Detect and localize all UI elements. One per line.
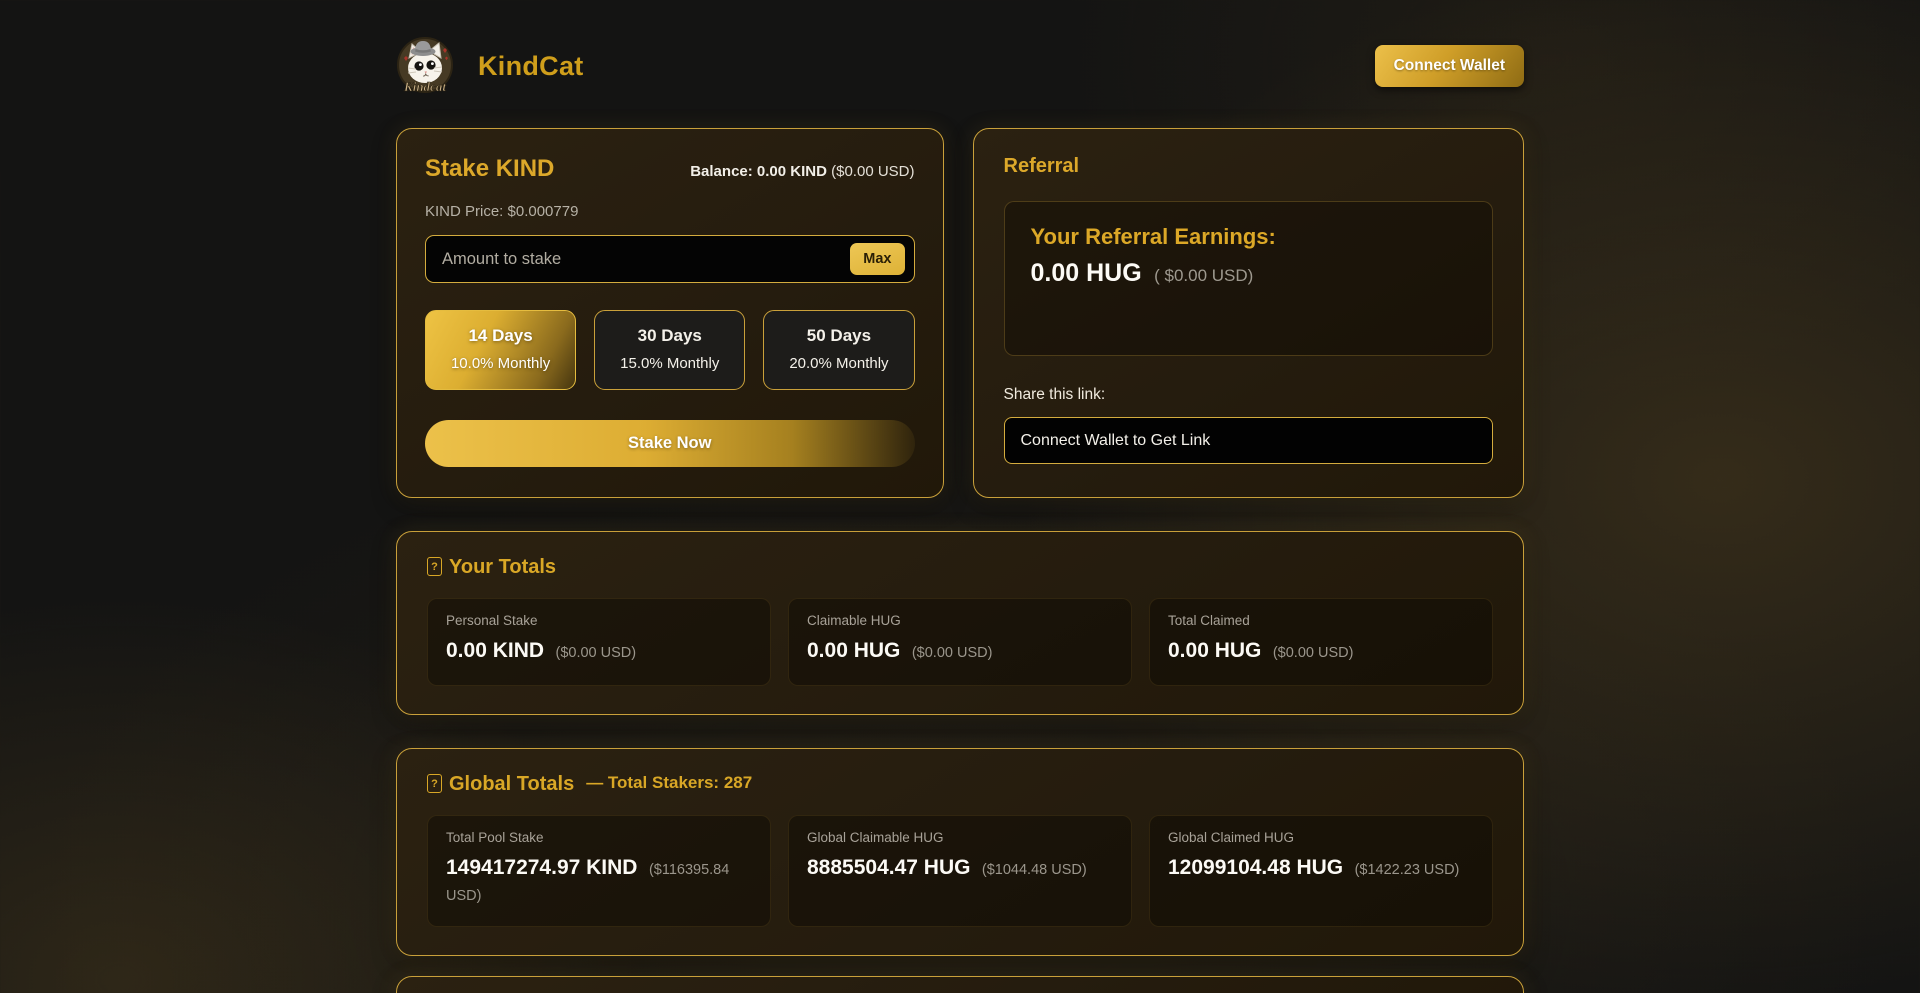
- top-cards-row: Stake KIND Balance: 0.00 KIND ($0.00 USD…: [396, 128, 1524, 498]
- total-pool-stake-box: Total Pool Stake 149417274.97 KIND ($116…: [427, 815, 771, 927]
- duration-rate: 15.0% Monthly: [599, 355, 740, 372]
- your-totals-title-text: Your Totals: [449, 556, 556, 579]
- total-stakers-text: — Total Stakers: 287: [586, 773, 752, 793]
- share-link-label: Share this link:: [1004, 386, 1494, 404]
- referral-link-field[interactable]: Connect Wallet to Get Link: [1004, 417, 1494, 464]
- duration-option-14-days[interactable]: 14 Days 10.0% Monthly: [425, 310, 576, 390]
- global-totals-title: ? Global Totals: [427, 773, 574, 796]
- app-title: KindCat: [478, 51, 584, 82]
- kind-price-label: KIND Price: $0.000779: [425, 203, 915, 220]
- duration-option-50-days[interactable]: 50 Days 20.0% Monthly: [763, 310, 914, 390]
- your-totals-header: ? Your Totals: [427, 556, 1493, 579]
- total-claimed-box: Total Claimed 0.00 HUG ($0.00 USD): [1149, 598, 1493, 686]
- missing-emoji-icon: ?: [427, 774, 442, 793]
- total-box-usd: ($1044.48 USD): [982, 862, 1087, 878]
- connect-wallet-button[interactable]: Connect Wallet: [1375, 45, 1524, 87]
- referral-earnings-usd: ( $0.00 USD): [1154, 266, 1253, 285]
- total-box-value: 8885504.47 HUG: [807, 856, 970, 879]
- global-totals-header: ? Global Totals — Total Stakers: 287: [427, 773, 1493, 796]
- stake-card-title: Stake KIND: [425, 155, 554, 183]
- your-totals-row: Personal Stake 0.00 KIND ($0.00 USD) Cla…: [427, 598, 1493, 686]
- referral-earnings-box: Your Referral Earnings: 0.00 HUG ( $0.00…: [1004, 201, 1494, 356]
- total-box-value: 12099104.48 HUG: [1168, 856, 1343, 879]
- stake-now-button[interactable]: Stake Now: [425, 420, 915, 467]
- duration-rate: 10.0% Monthly: [430, 355, 571, 372]
- balance-usd: ($0.00 USD): [831, 163, 914, 180]
- referral-earnings-line: 0.00 HUG ( $0.00 USD): [1031, 259, 1467, 288]
- referral-card-title: Referral: [1004, 155, 1494, 178]
- total-box-label: Global Claimable HUG: [807, 830, 1113, 845]
- global-claimable-hug-box: Global Claimable HUG 8885504.47 HUG ($10…: [788, 815, 1132, 927]
- total-box-value: 0.00 HUG: [1168, 639, 1261, 662]
- total-box-usd: ($0.00 USD): [1273, 645, 1354, 661]
- total-box-label: Total Pool Stake: [446, 830, 752, 845]
- stake-card: Stake KIND Balance: 0.00 KIND ($0.00 USD…: [396, 128, 944, 498]
- total-box-label: Personal Stake: [446, 613, 752, 628]
- total-box-usd: ($0.00 USD): [912, 645, 993, 661]
- duration-rate: 20.0% Monthly: [768, 355, 909, 372]
- global-totals-row: Total Pool Stake 149417274.97 KIND ($116…: [427, 815, 1493, 927]
- balance-amount: Balance: 0.00 KIND: [690, 163, 827, 180]
- stake-amount-field-wrap: Max: [425, 235, 915, 283]
- kindcat-logo-icon: Kindcat: [396, 36, 454, 96]
- duration-label: 30 Days: [599, 326, 740, 346]
- total-box-label: Total Claimed: [1168, 613, 1474, 628]
- duration-options: 14 Days 10.0% Monthly 30 Days 15.0% Mont…: [425, 310, 915, 390]
- referral-card: Referral Your Referral Earnings: 0.00 HU…: [973, 128, 1525, 498]
- global-totals-title-text: Global Totals: [449, 773, 574, 796]
- header: Kindcat KindCat Connect Wallet: [396, 0, 1524, 96]
- total-box-usd: ($0.00 USD): [556, 645, 637, 661]
- referral-earnings-value: 0.00 HUG: [1031, 259, 1142, 287]
- missing-emoji-icon: ?: [427, 557, 442, 576]
- max-button[interactable]: Max: [850, 243, 904, 275]
- your-totals-title: ? Your Totals: [427, 556, 556, 579]
- total-box-value: 0.00 KIND: [446, 639, 544, 662]
- referral-earnings-title: Your Referral Earnings:: [1031, 224, 1467, 250]
- next-card-partial: [396, 976, 1524, 993]
- brand: Kindcat KindCat: [396, 36, 584, 96]
- duration-label: 50 Days: [768, 326, 909, 346]
- duration-option-30-days[interactable]: 30 Days 15.0% Monthly: [594, 310, 745, 390]
- stake-card-header: Stake KIND Balance: 0.00 KIND ($0.00 USD…: [425, 155, 915, 183]
- balance-text: Balance: 0.00 KIND ($0.00 USD): [690, 163, 914, 180]
- your-totals-card: ? Your Totals Personal Stake 0.00 KIND (…: [396, 531, 1524, 715]
- duration-label: 14 Days: [430, 326, 571, 346]
- global-claimed-hug-box: Global Claimed HUG 12099104.48 HUG ($142…: [1149, 815, 1493, 927]
- total-box-usd: ($1422.23 USD): [1355, 862, 1460, 878]
- svg-text:Kindcat: Kindcat: [403, 79, 446, 94]
- stake-amount-input[interactable]: [442, 250, 850, 269]
- total-box-label: Claimable HUG: [807, 613, 1113, 628]
- page-container: Kindcat KindCat Connect Wallet Stake KIN…: [396, 0, 1524, 993]
- claimable-hug-box: Claimable HUG 0.00 HUG ($0.00 USD): [788, 598, 1132, 686]
- personal-stake-box: Personal Stake 0.00 KIND ($0.00 USD): [427, 598, 771, 686]
- total-box-value: 149417274.97 KIND: [446, 856, 637, 879]
- total-box-label: Global Claimed HUG: [1168, 830, 1474, 845]
- global-totals-card: ? Global Totals — Total Stakers: 287 Tot…: [396, 748, 1524, 956]
- total-box-value: 0.00 HUG: [807, 639, 900, 662]
